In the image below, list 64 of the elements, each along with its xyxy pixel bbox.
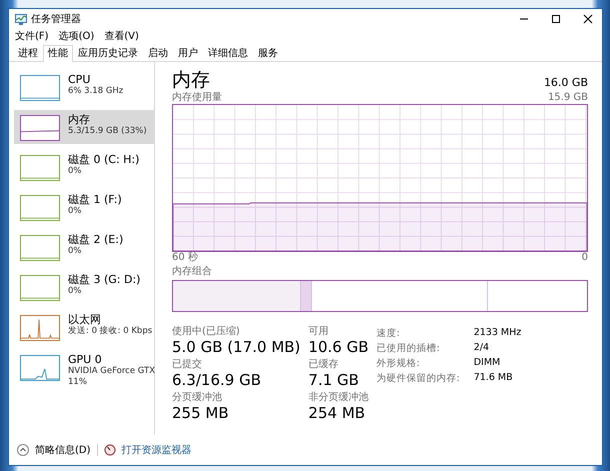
- device-usage: 11%: [68, 377, 88, 388]
- stat-value: 6.3/16.9 GB: [172, 371, 262, 389]
- stat-label: 可用: [308, 326, 330, 338]
- device-name: GPU 0: [68, 353, 103, 366]
- sidebar-item[interactable]: 磁盘 3 (G: D:) 0%: [14, 270, 154, 304]
- section-title: 内存: [172, 68, 210, 92]
- close-icon[interactable]: [583, 14, 593, 24]
- menu-item[interactable]: 查看(V): [104, 29, 139, 43]
- detail-label: 速度:: [376, 327, 401, 340]
- total-memory: 16.0 GB: [544, 76, 588, 89]
- stat-value: 7.1 GB: [308, 371, 360, 389]
- detail-value: DIMM: [474, 357, 502, 370]
- device-name: 以太网: [68, 313, 102, 326]
- summary-toggle[interactable]: 简略信息(D): [35, 443, 91, 457]
- device-usage: 5.3/15.9 GB (33%): [68, 126, 147, 137]
- graph-label: 内存使用量: [172, 92, 222, 104]
- device-name: 磁盘 2 (E:): [68, 233, 124, 246]
- detail-label: 外形规格:: [376, 357, 421, 370]
- tab[interactable]: 性能: [43, 45, 73, 62]
- device-usage: 发送: 0 接收: 0 Kbps: [68, 326, 152, 337]
- device-name: 内存: [68, 113, 91, 126]
- device-usage: NVIDIA GeForce GTX: [68, 366, 156, 377]
- stat-value: 254 MB: [308, 404, 366, 422]
- app-icon: [15, 14, 27, 24]
- device-name: 磁盘 1 (F:): [68, 193, 122, 206]
- device-usage: 6% 3.18 GHz: [68, 86, 124, 97]
- composition-label: 内存组合: [172, 266, 212, 278]
- detail-value: 71.6 MB: [474, 372, 514, 385]
- graph-max-label: 15.9 GB: [548, 92, 588, 104]
- collapse-icon[interactable]: [17, 444, 29, 456]
- device-name: 磁盘 0 (C: H:): [68, 153, 140, 166]
- detail-label: 为硬件保留的内存:: [376, 372, 460, 385]
- sidebar-item[interactable]: 磁盘 0 (C: H:) 0%: [14, 150, 154, 184]
- device-usage: 0%: [68, 286, 82, 297]
- menu-item[interactable]: 文件(F): [15, 29, 49, 43]
- sidebar-item[interactable]: 以太网 发送: 0 接收: 0 Kbps: [14, 310, 154, 344]
- maximize-icon[interactable]: [551, 14, 561, 24]
- device-usage: 0%: [68, 206, 82, 217]
- sidebar-item[interactable]: 磁盘 1 (F:) 0%: [14, 190, 154, 224]
- detail-value: 2/4: [474, 342, 490, 355]
- device-name: 磁盘 3 (G: D:): [68, 273, 140, 286]
- menu-item[interactable]: 选项(O): [58, 29, 94, 43]
- stat-value: 255 MB: [172, 404, 230, 422]
- stat-label: 分页缓冲池: [172, 392, 223, 404]
- detail-value: 2133 MHz: [474, 327, 522, 340]
- sidebar-item[interactable]: GPU 0 NVIDIA GeForce GTX 11%: [14, 350, 154, 391]
- axis-label: 60 秒: [172, 252, 198, 264]
- device-usage: 0%: [68, 166, 82, 177]
- resource-monitor-link[interactable]: 打开资源监视器: [122, 443, 192, 457]
- stat-value: 10.6 GB: [308, 338, 369, 356]
- stat-value: 5.0 GB (17.0 MB): [172, 338, 300, 356]
- window-title: 任务管理器: [31, 13, 82, 26]
- device-usage: 0%: [68, 246, 82, 257]
- sidebar-item[interactable]: 磁盘 2 (E:) 0%: [14, 230, 154, 264]
- gauge-icon: [104, 444, 116, 456]
- stat-label: 已缓存: [308, 359, 340, 371]
- sidebar-item[interactable]: 内存 5.3/15.9 GB (33%): [14, 110, 154, 144]
- axis-label: 0: [582, 252, 588, 264]
- device-name: CPU: [68, 73, 92, 86]
- sidebar-item[interactable]: CPU 6% 3.18 GHz: [14, 70, 154, 104]
- detail-label: 已使用的插槽:: [376, 342, 441, 355]
- stat-label: 已提交: [172, 359, 203, 371]
- stat-label: 非分页缓冲池: [308, 392, 369, 404]
- stat-label: 使用中(已压缩): [172, 326, 241, 338]
